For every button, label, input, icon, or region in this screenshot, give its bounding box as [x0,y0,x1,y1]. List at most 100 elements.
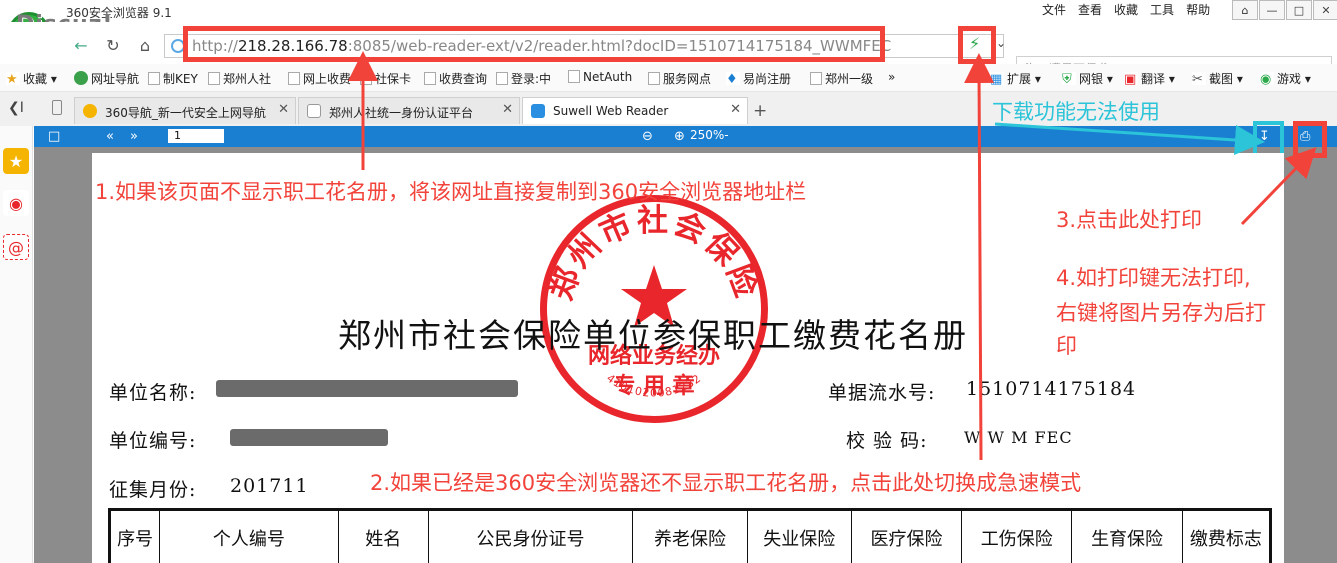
page-total: /2页 [196,130,220,144]
bookmark-item[interactable]: 网上收费 [288,70,351,87]
close-tab-icon[interactable]: ✕ [502,102,513,117]
scissors-icon: ✂ [1192,72,1206,87]
gamepad-icon: ◉ [1260,72,1274,87]
reader-icon [531,104,545,118]
annotation-note-4-line-2: 右键将图片另存为后打 [1056,301,1266,325]
title-bar: 360安全浏览器 9.1 文件 查看 收藏 工具 帮助 ⌂ — □ ✕ [0,0,1337,22]
bookmark-item[interactable]: 社保卡 [360,70,411,87]
annotation-note-4-line-1: 4.如打印键无法打印, [1056,266,1251,290]
first-page-icon[interactable]: « [106,129,114,144]
close-tab-icon[interactable]: ✕ [730,102,741,117]
bookmark-item[interactable]: 网址导航 [74,70,139,87]
close-button[interactable]: ✕ [1313,0,1337,20]
page-icon [307,104,321,118]
bookmark-item[interactable]: ♦ 易尚注册 [726,70,791,87]
netbank-button[interactable]: ⛨ 网银 ▾ [1062,70,1113,87]
bookmark-item[interactable]: 郑州一级 [810,70,873,87]
bookmarks-bar: ★ 收藏 ▾ 网址导航 制KEY 郑州人社 网上收费 社保卡 收费查询 登录:中 … [0,64,1337,92]
close-tab-icon[interactable]: ✕ [278,102,289,117]
menu-file[interactable]: 文件 [1036,2,1072,18]
zoom-in-icon[interactable]: ⊕ [674,129,685,144]
favorites-star-icon[interactable]: ★ [3,148,29,174]
bookmark-item[interactable]: 服务网点 [648,70,711,87]
extensions-button[interactable]: ▦ 扩展 ▾ [990,70,1041,87]
translate-icon: ▣ [1124,72,1138,87]
menu-favorites[interactable]: 收藏 [1108,2,1144,18]
screenshot-button[interactable]: ✂ 截图 ▾ [1192,70,1243,87]
page-icon [208,72,220,85]
home-window-button[interactable]: ⌂ [1232,0,1258,20]
back-icon[interactable]: ← [70,35,92,55]
period-label: 征集月份: [109,479,197,501]
menu-tools[interactable]: 工具 [1144,2,1180,18]
menu-help[interactable]: 帮助 [1180,2,1216,18]
tab-zhengzhou-auth[interactable]: 郑州人社统一身份认证平台 ✕ [298,97,520,124]
serial-value: 1510714175184 [966,378,1137,400]
check-code-label: 校 验 码: [846,430,928,452]
table-header-cell: 缴费标志 [1181,509,1272,563]
weibo-icon[interactable]: ◉ [3,190,29,216]
bookmark-item[interactable]: 收费查询 [424,70,487,87]
page-icon [288,72,300,85]
zoom-out-icon[interactable]: ⊖ [642,129,653,144]
table-header-row: 序号 个人编号 姓名 公民身份证号 养老保险 失业保险 医疗保险 工伤保险 生育… [108,509,1272,563]
bookmark-favorites[interactable]: ★ 收藏 ▾ [6,70,57,87]
shield-icon: ⛨ [1062,72,1076,87]
annotation-download-note: 下载功能无法使用 [992,100,1160,124]
annotation-note-4-line-3: 印 [1056,334,1077,358]
bookmark-item[interactable]: NetAuth [568,70,632,84]
roster-table: 序号 个人编号 姓名 公民身份证号 养老保险 失业保险 医疗保险 工伤保险 生育… [108,508,1272,563]
refresh-icon[interactable]: ↻ [102,35,124,55]
redacted-unit-name [216,380,518,397]
speed-mode-icon[interactable]: ⚡ [969,34,980,53]
menu-bar: 文件 查看 收藏 工具 帮助 [1036,2,1216,18]
table-header-cell: 医疗保险 [850,509,963,563]
zoom-level[interactable]: 250%- [690,128,729,142]
period-value: 201711 [230,475,309,497]
bookmark-item[interactable]: 制KEY [148,70,198,87]
table-header-cell: 工伤保险 [961,509,1073,563]
check-icon [74,71,88,85]
print-highlight-box [1293,121,1327,158]
tab-list-icon[interactable]: ❮I [8,100,24,116]
page-icon [810,72,822,85]
page-icon [568,70,580,83]
page-icon [424,72,436,85]
menu-view[interactable]: 查看 [1072,2,1108,18]
360-icon [83,104,97,118]
annotation-note-1: 1.如果该页面不显示职工花名册，将该网址直接复制到360安全浏览器地址栏 [95,180,807,204]
table-header-cell: 序号 [108,509,161,563]
table-header-cell: 失业保险 [746,509,852,563]
bookmark-item[interactable]: 郑州人社 [208,70,271,87]
page-icon [648,72,660,85]
page-icon [360,72,372,85]
new-tab-button[interactable]: + [753,101,767,121]
chevron-down-icon[interactable]: ⌄ [996,36,1006,50]
last-page-icon[interactable]: » [130,129,138,144]
check-code-value: W W M FEC [964,428,1073,447]
annotation-note-3: 3.点击此处打印 [1056,208,1203,232]
annotation-note-2: 2.如果已经是360安全浏览器还不显示职工花名册，点击此处切换成急速模式 [370,471,1082,495]
translate-button[interactable]: ▣ 翻译 ▾ [1124,70,1175,87]
table-header-cell: 个人编号 [159,509,339,563]
tab-360-navigation[interactable]: 360导航_新一代安全上网导航 ✕ [74,97,296,124]
phone-icon[interactable] [52,100,62,115]
unit-name-label: 单位名称: [109,382,197,404]
page-icon [148,72,160,85]
bookmarks-more[interactable]: » [888,70,895,84]
table-header-cell: 养老保险 [632,509,748,563]
grid-icon: ▦ [990,72,1004,87]
page-icon [496,72,508,85]
tab-suwell-reader[interactable]: Suwell Web Reader ✕ [522,97,748,124]
games-button[interactable]: ◉ 游戏 ▾ [1260,70,1311,87]
bookmark-item[interactable]: 登录:中 [496,70,551,87]
star-icon: ★ [6,72,20,87]
serial-label: 单据流水号: [828,382,936,404]
maximize-button[interactable]: □ [1286,0,1312,20]
email-icon[interactable]: @ [3,234,29,260]
unit-code-label: 单位编号: [109,430,197,452]
table-header-cell: 生育保险 [1071,509,1183,563]
sidebar-toggle-icon[interactable]: □ [48,129,60,144]
minimize-button[interactable]: — [1259,0,1285,20]
home-icon[interactable]: ⌂ [134,35,156,55]
